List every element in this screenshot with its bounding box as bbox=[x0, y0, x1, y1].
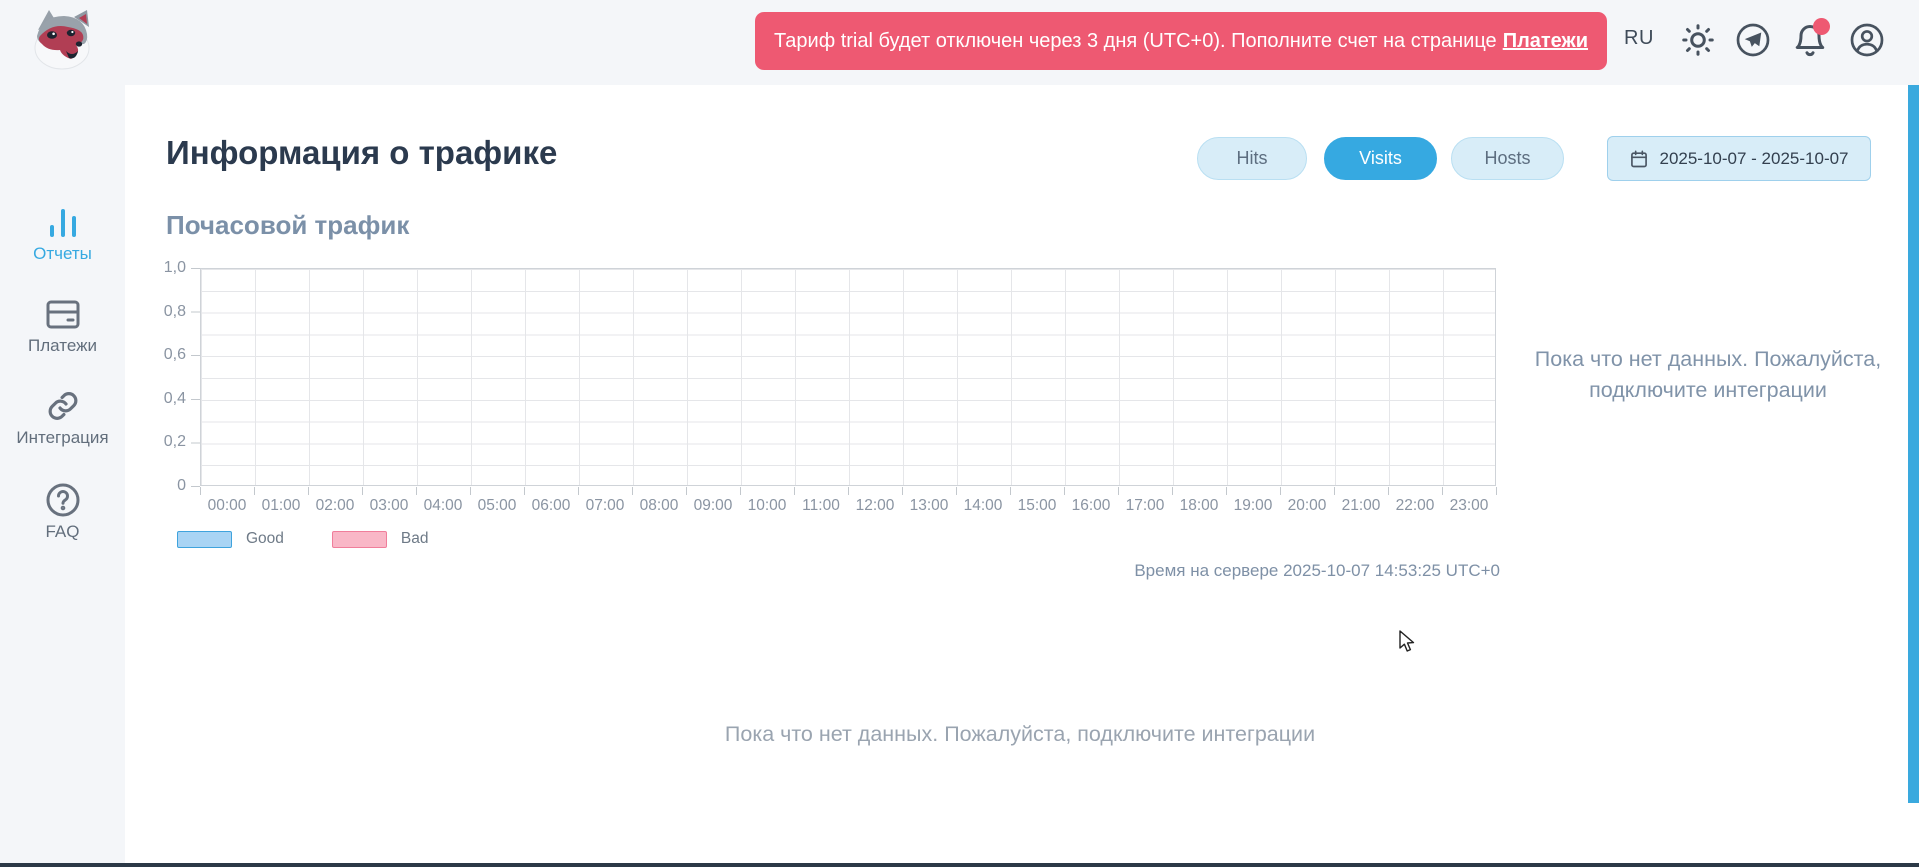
x-tick-label: 12:00 bbox=[848, 497, 902, 515]
x-tick-label: 07:00 bbox=[578, 497, 632, 515]
banner-payments-link[interactable]: Платежи bbox=[1503, 30, 1588, 53]
x-tick-label: 15:00 bbox=[1010, 497, 1064, 515]
x-tick-label: 14:00 bbox=[956, 497, 1010, 515]
x-tick-label: 17:00 bbox=[1118, 497, 1172, 515]
mouse-cursor bbox=[1398, 630, 1420, 654]
legend-label: Good bbox=[246, 530, 284, 548]
date-range-value: 2025-10-07 - 2025-10-07 bbox=[1659, 149, 1848, 169]
x-tick-label: 20:00 bbox=[1280, 497, 1334, 515]
y-tick-label: 0,2 bbox=[146, 433, 186, 451]
sidebar-nav: Отчеты Платежи Интеграция FAQ bbox=[0, 85, 125, 863]
x-tick-label: 09:00 bbox=[686, 497, 740, 515]
x-tick-label: 00:00 bbox=[200, 497, 254, 515]
theme-sun-icon[interactable] bbox=[1680, 22, 1716, 58]
legend-swatch-good bbox=[177, 531, 232, 548]
bar-chart-icon bbox=[0, 203, 125, 241]
sidebar-item-отчеты[interactable]: Отчеты bbox=[0, 203, 125, 264]
page-title: Информация о трафике bbox=[166, 134, 557, 172]
x-tick-label: 04:00 bbox=[416, 497, 470, 515]
raccoon-logo[interactable] bbox=[26, 6, 98, 74]
legend-swatch-bad bbox=[332, 531, 387, 548]
sidebar-item-faq[interactable]: FAQ bbox=[0, 481, 125, 542]
x-tick-label: 02:00 bbox=[308, 497, 362, 515]
top-header: Тариф trial будет отключен через 3 дня (… bbox=[0, 0, 1919, 85]
credit-card-icon bbox=[0, 295, 125, 333]
x-axis-ticks bbox=[200, 487, 1497, 495]
server-time-label: Время на сервере 2025-10-07 14:53:25 UTC… bbox=[1100, 561, 1500, 581]
sidebar-item-платежи[interactable]: Платежи bbox=[0, 295, 125, 356]
no-data-message-side: Пока что нет данных. Пожалуйста, подключ… bbox=[1532, 344, 1884, 406]
x-tick-label: 21:00 bbox=[1334, 497, 1388, 515]
x-tick-label: 13:00 bbox=[902, 497, 956, 515]
hits-button[interactable]: Hits bbox=[1197, 137, 1307, 180]
x-tick-label: 22:00 bbox=[1388, 497, 1442, 515]
telegram-icon[interactable] bbox=[1735, 22, 1771, 58]
bottom-edge-bar bbox=[0, 863, 1919, 867]
app-window: Тариф trial будет отключен через 3 дня (… bbox=[0, 0, 1919, 867]
y-tick-label: 0,8 bbox=[146, 303, 186, 321]
chart-legend: Good Bad bbox=[177, 530, 463, 548]
chart-section-title: Почасовой трафик bbox=[166, 210, 409, 241]
x-axis-labels: 00:0001:0002:0003:0004:0005:0006:0007:00… bbox=[200, 497, 1496, 515]
x-tick-label: 11:00 bbox=[794, 497, 848, 515]
link-icon bbox=[0, 387, 125, 425]
x-tick-label: 08:00 bbox=[632, 497, 686, 515]
y-tick-label: 0,6 bbox=[146, 346, 186, 364]
language-switcher[interactable]: RU bbox=[1624, 27, 1654, 50]
x-tick-label: 01:00 bbox=[254, 497, 308, 515]
sidebar-item-label: Интеграция bbox=[0, 428, 125, 448]
visits-button[interactable]: Visits bbox=[1324, 137, 1437, 180]
x-tick-label: 05:00 bbox=[470, 497, 524, 515]
vertical-scrollbar-thumb[interactable] bbox=[1908, 85, 1919, 803]
sidebar-item-label: FAQ bbox=[0, 522, 125, 542]
legend-label: Bad bbox=[401, 530, 429, 548]
question-icon bbox=[0, 481, 125, 519]
sidebar-item-интеграция[interactable]: Интеграция bbox=[0, 387, 125, 448]
no-data-message-bottom: Пока что нет данных. Пожалуйста, подключ… bbox=[125, 722, 1915, 747]
sidebar-item-label: Отчеты bbox=[0, 244, 125, 264]
trial-warning-banner: Тариф trial будет отключен через 3 дня (… bbox=[755, 12, 1607, 70]
x-tick-label: 03:00 bbox=[362, 497, 416, 515]
notification-badge bbox=[1813, 18, 1830, 35]
account-icon[interactable] bbox=[1849, 22, 1885, 58]
x-tick-label: 23:00 bbox=[1442, 497, 1496, 515]
hosts-button[interactable]: Hosts bbox=[1451, 137, 1564, 180]
x-tick-label: 18:00 bbox=[1172, 497, 1226, 515]
y-tick-label: 0,4 bbox=[146, 390, 186, 408]
x-tick-label: 16:00 bbox=[1064, 497, 1118, 515]
x-tick-label: 10:00 bbox=[740, 497, 794, 515]
x-tick-label: 06:00 bbox=[524, 497, 578, 515]
sidebar-item-label: Платежи bbox=[0, 336, 125, 356]
hourly-traffic-chart-plot-area bbox=[200, 268, 1496, 486]
banner-text: Тариф trial будет отключен через 3 дня (… bbox=[774, 30, 1497, 53]
y-tick-label: 1,0 bbox=[146, 259, 186, 277]
calendar-icon bbox=[1629, 149, 1649, 169]
notifications-bell-icon[interactable] bbox=[1792, 22, 1828, 58]
x-tick-label: 19:00 bbox=[1226, 497, 1280, 515]
y-tick-label: 0 bbox=[146, 477, 186, 495]
y-axis-ticks bbox=[191, 268, 200, 487]
date-range-picker[interactable]: 2025-10-07 - 2025-10-07 bbox=[1607, 136, 1871, 181]
